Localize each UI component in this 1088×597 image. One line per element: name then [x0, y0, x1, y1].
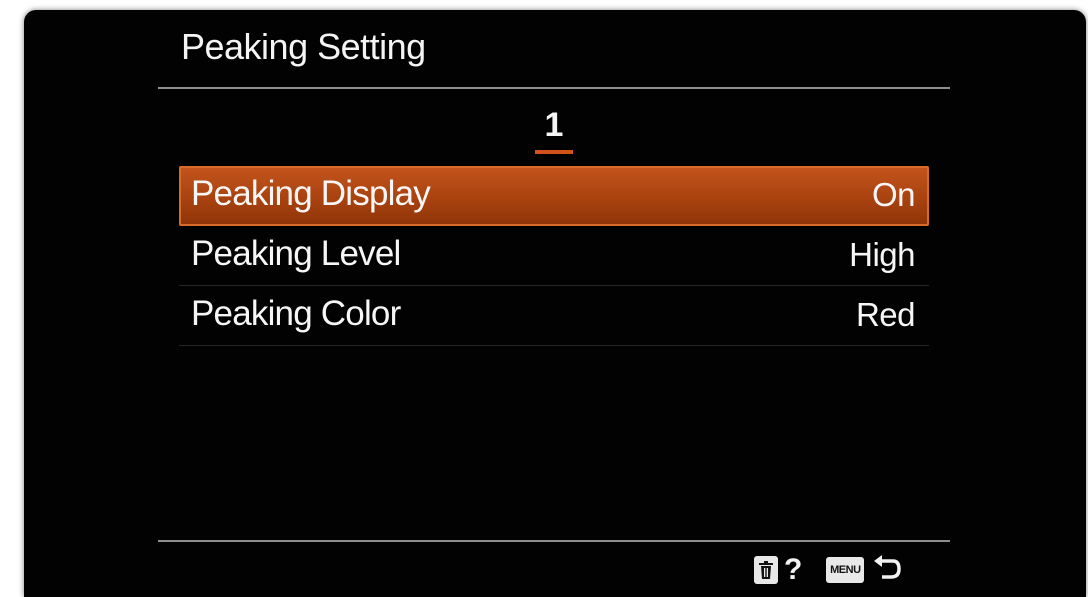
menu-key-icon[interactable]: MENU [826, 557, 865, 583]
menu-item-value: High [849, 236, 915, 273]
page-title: Peaking Setting [181, 26, 426, 67]
menu-item-label: Peaking Display [191, 174, 431, 213]
return-arrow-icon[interactable] [872, 555, 902, 585]
menu-item-peaking-level[interactable]: Peaking Level High [179, 226, 929, 286]
title-divider [158, 87, 950, 89]
settings-list: Peaking Display On Peaking Level High Pe… [179, 166, 929, 346]
page-indicator-underline [535, 150, 573, 154]
menu-item-peaking-display[interactable]: Peaking Display On [179, 166, 929, 226]
button-guide: ? MENU [754, 552, 902, 588]
footer-divider [158, 540, 950, 542]
menu-item-label: Peaking Level [191, 234, 401, 273]
page-number-tab[interactable]: 1 [533, 106, 575, 145]
help-label: ? [784, 553, 803, 586]
menu-item-peaking-color[interactable]: Peaking Color Red [179, 286, 929, 346]
camera-menu-screen: Peaking Setting 1 Peaking Display On Pea… [24, 10, 1086, 597]
menu-item-value: On [871, 176, 916, 213]
menu-item-label: Peaking Color [191, 294, 401, 333]
trash-icon[interactable] [754, 556, 778, 584]
menu-item-value: Red [855, 296, 916, 333]
